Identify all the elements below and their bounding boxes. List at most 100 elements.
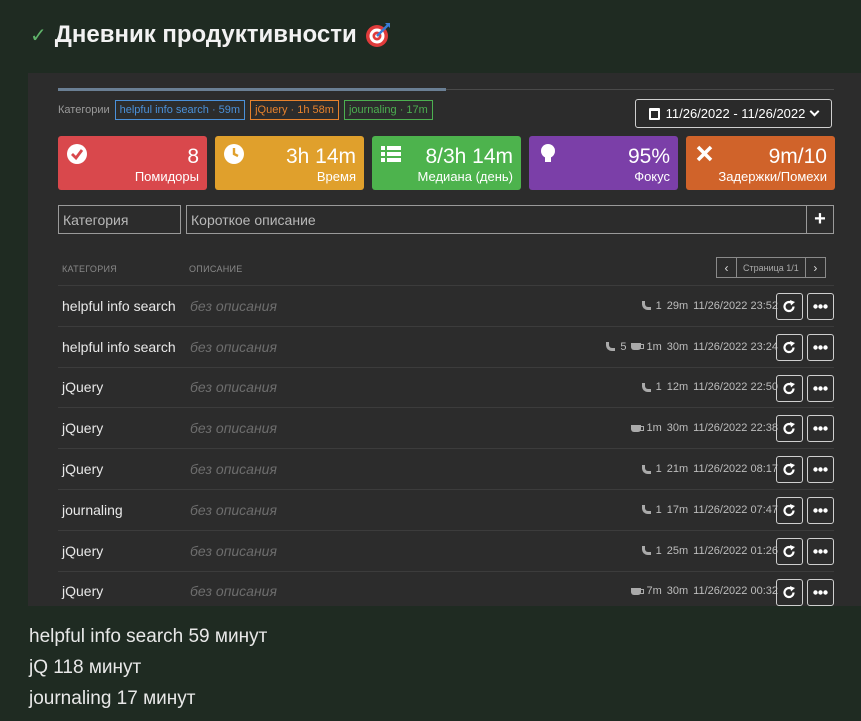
active-tab-indicator (58, 88, 446, 91)
entry-description: без описания (190, 297, 277, 314)
entry-duration: 17m (666, 503, 689, 516)
entry-meta: 5 1m 30m 11/26/2022 23:24 (606, 341, 778, 353)
table-row: jQuery без описания 1m 30m 11/26/2022 22:38 (58, 407, 834, 448)
repeat-button[interactable] (776, 333, 803, 361)
more-options-button[interactable] (807, 496, 834, 524)
stat-pomodoros: 8 Помидоры (58, 136, 207, 190)
repeat-button[interactable] (776, 578, 803, 606)
category-tag-journaling[interactable]: journaling · 17m (343, 100, 433, 120)
redo-icon (783, 422, 795, 435)
entry-datetime: 11/26/2022 08:17 (693, 463, 778, 476)
add-entry-button[interactable]: + (806, 205, 834, 234)
category-tag-jquery[interactable]: jQuery · 1h 58m (250, 100, 339, 120)
entry-category: helpful info search (62, 297, 176, 314)
entry-datetime: 11/26/2022 23:24 (693, 340, 778, 353)
ellipsis-icon (813, 385, 828, 391)
checkmark-icon: ✓ (30, 23, 47, 47)
next-page-button[interactable]: › (804, 257, 826, 278)
redo-icon (783, 463, 795, 476)
phone-icon (641, 301, 651, 311)
category-input-placeholder: Категория (63, 211, 129, 228)
entry-duration: 30m (666, 422, 689, 435)
entry-duration: 30m (666, 340, 689, 353)
entry-datetime: 11/26/2022 07:47 (693, 503, 778, 516)
more-options-button[interactable] (807, 537, 834, 565)
entry-category: helpful info search (62, 338, 176, 355)
repeat-button[interactable] (776, 415, 803, 443)
entry-meta: 1 29m 11/26/2022 23:52 (641, 300, 778, 312)
stat-label: Фокус (634, 169, 670, 184)
phone-icon (641, 546, 651, 556)
entry-datetime: 11/26/2022 22:50 (693, 381, 778, 394)
column-header-category: КАТЕГОРИЯ (62, 264, 118, 274)
stat-time: 3h 14m Время (215, 136, 364, 190)
entry-category: jQuery (62, 542, 104, 559)
date-range-value: 11/26/2022 - 11/26/2022 (665, 106, 806, 121)
note-line: journaling 17 минут (29, 688, 196, 709)
category-input[interactable]: Категория (58, 205, 181, 234)
stat-value: 9m/10 (768, 145, 827, 168)
calls-count: 1 (655, 544, 662, 557)
repeat-button[interactable] (776, 374, 803, 402)
redo-icon (783, 381, 795, 394)
entry-description: без описания (190, 420, 277, 437)
phone-icon (641, 464, 651, 474)
categories-label: Категории (58, 104, 110, 116)
ellipsis-icon (813, 508, 828, 513)
entry-description: без описания (190, 542, 277, 559)
more-options-button[interactable] (807, 578, 834, 606)
coffee-icon (631, 424, 645, 432)
note-line: helpful info search 59 минут (29, 626, 268, 647)
page-header: ✓ Дневник продуктивности (30, 18, 391, 52)
page-title: Дневник продуктивности (54, 21, 357, 48)
stat-value: 8/3h 14m (425, 145, 513, 168)
plus-icon: + (814, 208, 826, 230)
phone-icon (641, 505, 651, 515)
redo-icon (783, 300, 795, 313)
entry-description: без описания (190, 338, 277, 355)
description-input[interactable]: Короткое описание (186, 205, 807, 234)
repeat-button[interactable] (776, 293, 803, 320)
coffee-icon (631, 587, 645, 595)
ellipsis-icon (813, 304, 828, 309)
entry-category: jQuery (62, 583, 104, 600)
entry-category: jQuery (62, 420, 104, 437)
entry-description: без описания (190, 461, 277, 478)
entries-table: helpful info search без описания 1 29m 11/26… (58, 285, 834, 606)
check-circle-icon (67, 144, 87, 164)
more-options-button[interactable] (807, 293, 834, 320)
more-options-button[interactable] (807, 374, 834, 402)
entry-category: journaling (62, 501, 123, 518)
coffee-icon (631, 343, 645, 351)
stat-label: Помидоры (134, 169, 199, 184)
repeat-button[interactable] (776, 456, 803, 484)
entry-description: без описания (190, 379, 277, 396)
entry-meta: 1m 30m 11/26/2022 22:38 (631, 422, 778, 434)
table-row: jQuery без описания 1 25m 11/26/2022 01:26 (58, 529, 834, 571)
prev-page-button[interactable]: ‹ (716, 257, 737, 278)
target-icon (365, 22, 391, 48)
table-row: jQuery без описания 1 12m 11/26/2022 22:50 (58, 366, 834, 408)
list-icon (381, 146, 401, 162)
break-duration: 1m (646, 422, 662, 435)
more-options-button[interactable] (807, 456, 834, 484)
phone-icon (641, 382, 651, 392)
ellipsis-icon (813, 345, 828, 350)
ellipsis-icon (813, 589, 828, 595)
more-options-button[interactable] (807, 415, 834, 443)
column-header-description: ОПИСАНИЕ (189, 264, 243, 274)
entry-meta: 1 25m 11/26/2022 01:26 (641, 544, 778, 557)
repeat-button[interactable] (776, 537, 803, 565)
category-tag-helpful-info-search[interactable]: helpful info search · 59m (114, 100, 246, 120)
entry-meta: 7m 30m 11/26/2022 00:32 (631, 585, 778, 597)
date-range-picker[interactable]: 11/26/2022 - 11/26/2022 (635, 99, 832, 128)
calls-count: 1 (655, 503, 662, 516)
repeat-button[interactable] (776, 496, 803, 524)
stat-value: 95% (627, 145, 670, 168)
entry-category: jQuery (62, 461, 104, 478)
more-options-button[interactable] (807, 333, 834, 361)
notes: helpful info search 59 минут jQ 118 мину… (29, 621, 267, 714)
stat-label: Медиана (день) (417, 169, 513, 184)
break-duration: 1m (646, 340, 662, 353)
redo-icon (783, 585, 795, 598)
